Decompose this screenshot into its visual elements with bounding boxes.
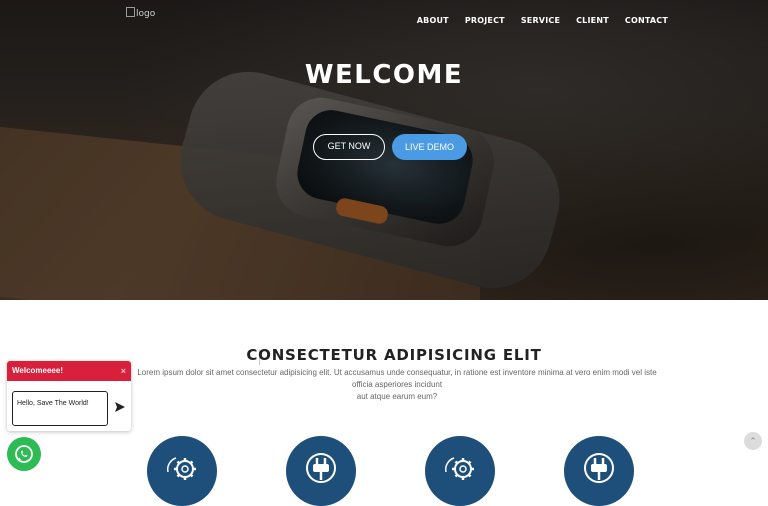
- description-line-1: Lorem ipsum dolor sit amet consectetur a…: [137, 368, 657, 389]
- whatsapp-icon: [15, 445, 33, 463]
- get-now-button[interactable]: GET NOW: [313, 134, 385, 160]
- feature-card-3[interactable]: [425, 436, 495, 506]
- feature-card-4[interactable]: [564, 436, 634, 506]
- section-description: Lorem ipsum dolor sit amet consectetur a…: [132, 367, 662, 403]
- nav-contact[interactable]: CONTACT: [625, 16, 668, 25]
- hero-title: WELCOME: [304, 60, 464, 90]
- feature-card-1[interactable]: [147, 436, 217, 506]
- nav-service[interactable]: SERVICE: [521, 16, 560, 25]
- description-line-2: aut atque earum eum?: [356, 392, 438, 401]
- plug-icon: [306, 453, 336, 483]
- nav-project[interactable]: PROJECT: [465, 16, 505, 25]
- chat-close-icon[interactable]: ×: [121, 361, 126, 381]
- chat-title: Welcomeeee!: [12, 366, 63, 375]
- whatsapp-button[interactable]: [7, 437, 41, 471]
- nav-about[interactable]: ABOUT: [417, 16, 449, 25]
- chat-widget: Welcomeeee! × Hello, Save The World!: [7, 361, 131, 431]
- gear-icon: [166, 457, 196, 480]
- broken-image-icon: [126, 7, 135, 17]
- chevron-up-icon: ⌃: [749, 436, 757, 446]
- gear-icon: [444, 457, 474, 480]
- send-icon[interactable]: [114, 401, 126, 413]
- hero-banner: logo ABOUT PROJECT SERVICE CLIENT CONTAC…: [0, 0, 768, 300]
- chat-message-input[interactable]: Hello, Save The World!: [12, 391, 108, 426]
- site-logo[interactable]: logo: [126, 7, 155, 19]
- plug-icon: [584, 453, 614, 483]
- live-demo-button[interactable]: LIVE DEMO: [392, 134, 467, 160]
- main-nav: ABOUT PROJECT SERVICE CLIENT CONTACT: [417, 16, 668, 25]
- nav-client[interactable]: CLIENT: [576, 16, 609, 25]
- logo-alt-text: logo: [136, 9, 156, 19]
- chat-header: Welcomeeee! ×: [7, 361, 131, 381]
- scroll-to-top-button[interactable]: ⌃: [744, 432, 762, 450]
- feature-card-2[interactable]: [286, 436, 356, 506]
